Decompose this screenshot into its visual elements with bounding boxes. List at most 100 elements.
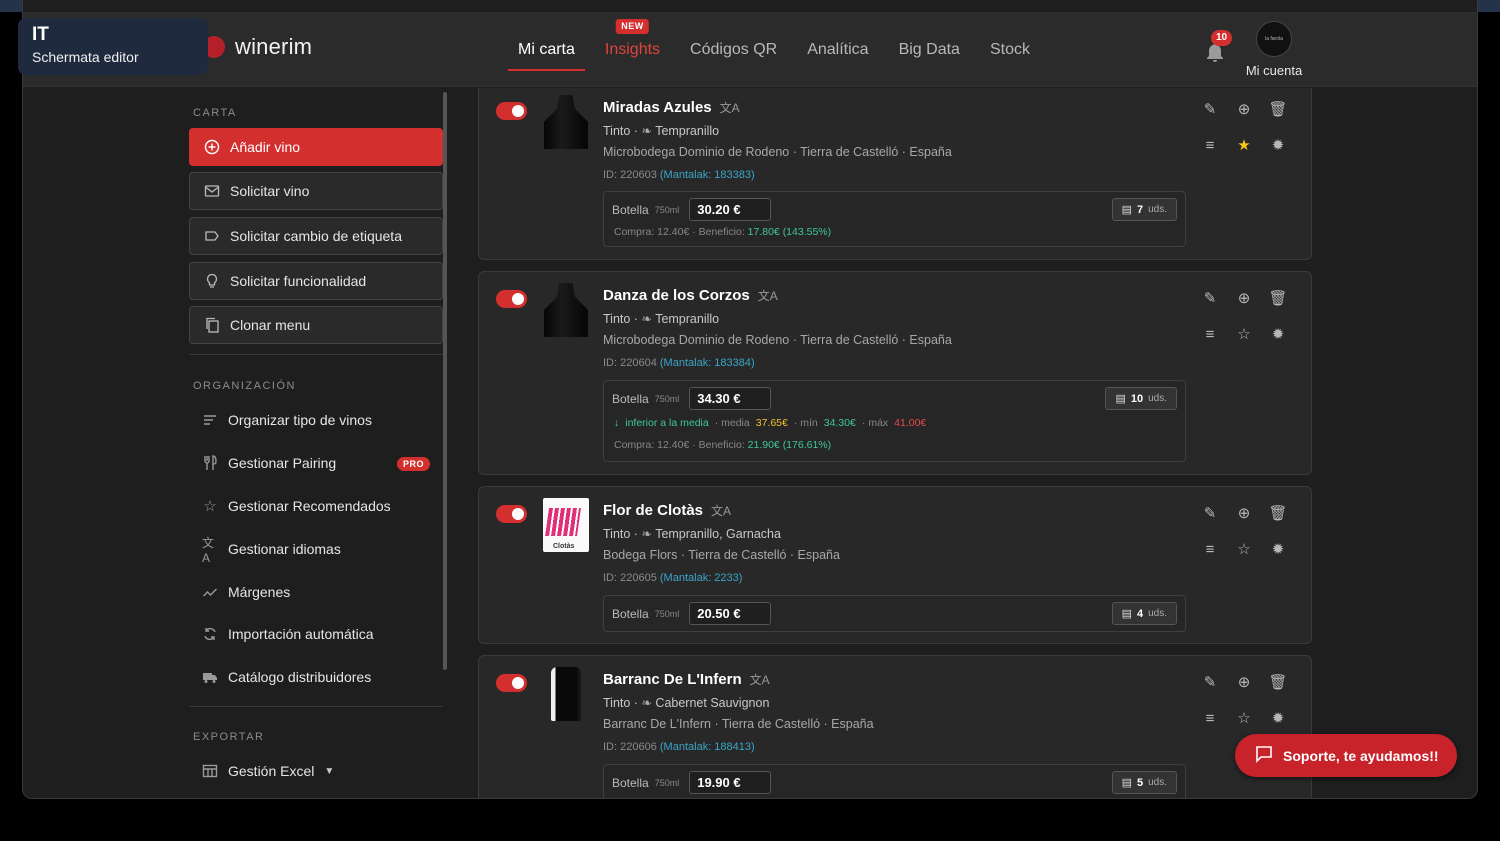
wine-id: ID: 220604 (Mantalak: 183384) xyxy=(603,357,755,369)
checklist-icon[interactable]: ≡ xyxy=(1199,539,1221,559)
box-icon: ▤ xyxy=(1115,393,1126,405)
price-row: Botella 750ml 20.50 € xyxy=(612,602,772,625)
visibility-toggle[interactable] xyxy=(496,290,527,308)
label-icon xyxy=(204,228,220,244)
support-chat-button[interactable]: Soporte, te ayudamos!! xyxy=(1235,734,1457,777)
stock-badge[interactable]: ▤ 10 uds. xyxy=(1105,387,1177,410)
stock-badge[interactable]: ▤ 4 uds. xyxy=(1111,602,1177,625)
translate-icon[interactable]: 文A xyxy=(711,502,731,519)
wine-card: Flor de Clotàs文A Tinto · ❧ Tempranillo, … xyxy=(478,486,1312,644)
visibility-toggle[interactable] xyxy=(496,674,527,692)
price-input[interactable]: 20.50 € xyxy=(689,602,772,625)
translate-icon[interactable]: 文A xyxy=(750,671,770,688)
edit-icon[interactable]: ✎ xyxy=(1199,99,1221,119)
stock-badge[interactable]: ▤ 5 uds. xyxy=(1111,771,1177,794)
truck-icon xyxy=(202,669,218,685)
price-input[interactable]: 19.90 € xyxy=(689,771,772,794)
mantalak-link[interactable]: (Mantalak: 2233) xyxy=(660,572,743,584)
sidebar: CARTA Añadir vino Solicitar vino Solicit… xyxy=(188,88,448,798)
star-icon[interactable]: ★ xyxy=(1233,135,1255,155)
star-icon[interactable]: ☆ xyxy=(1233,708,1255,728)
avatar xyxy=(1256,21,1292,57)
visibility-toggle[interactable] xyxy=(496,102,527,120)
stock-badge[interactable]: ▤ 7 uds. xyxy=(1111,198,1177,221)
sidebar-item-organize-types[interactable]: Organizar tipo de vinos xyxy=(202,412,372,428)
settings-badge-icon[interactable]: ✹ xyxy=(1267,324,1289,344)
price-average-info: ↓ inferior a la media · media 37.65€ · mí… xyxy=(614,417,927,429)
wine-card: Miradas Azules 文A Tinto · ❧ Tempranillo M… xyxy=(478,88,1312,260)
translate-icon[interactable]: 文A xyxy=(758,287,778,304)
checklist-icon[interactable]: ≡ xyxy=(1199,708,1221,728)
wine-id: ID: 220606 (Mantalak: 188413) xyxy=(603,741,755,753)
edit-icon[interactable]: ✎ xyxy=(1199,288,1221,308)
purchase-info: Compra: 12.40€ · Beneficio: 21.90€ (176.… xyxy=(614,439,832,451)
tab-big-data[interactable]: Big Data xyxy=(884,12,975,87)
sidebar-item-excel[interactable]: Gestión Excel ▼ xyxy=(202,763,334,779)
sidebar-item-recommended[interactable]: ☆ Gestionar Recomendados xyxy=(202,498,391,515)
sidebar-item-auto-import[interactable]: Importación automática xyxy=(202,626,374,642)
request-feature-button[interactable]: Solicitar funcionalidad xyxy=(189,262,443,300)
delete-icon[interactable]: 🗑 xyxy=(1267,503,1289,523)
add-circle-icon[interactable]: ⊕ xyxy=(1233,503,1255,523)
sidebar-scrollbar[interactable] xyxy=(443,92,447,670)
sidebar-item-pairing[interactable]: Gestionar Pairing xyxy=(202,455,336,471)
add-circle-icon[interactable]: ⊕ xyxy=(1233,99,1255,119)
price-input[interactable]: 34.30 € xyxy=(689,387,772,410)
table-icon xyxy=(202,763,218,779)
tab-codigos-qr[interactable]: Códigos QR xyxy=(675,12,792,87)
sidebar-item-label: Gestionar Recomendados xyxy=(228,498,391,514)
price-box: Botella 750ml 34.30 € ▤ 10 uds. ↓ inferior a… xyxy=(603,380,1186,462)
sidebar-item-margins[interactable]: Márgenes xyxy=(202,584,290,600)
account-label: Mi cuenta xyxy=(1245,63,1303,78)
mantalak-link[interactable]: (Mantalak: 188413) xyxy=(660,741,755,753)
mantalak-link[interactable]: (Mantalak: 183384) xyxy=(660,357,755,369)
settings-badge-icon[interactable]: ✹ xyxy=(1267,708,1289,728)
new-badge: NEW xyxy=(616,19,649,34)
edit-icon[interactable]: ✎ xyxy=(1199,672,1221,692)
brand[interactable]: winerim xyxy=(203,34,312,60)
visibility-toggle[interactable] xyxy=(496,505,527,523)
clone-menu-button[interactable]: Clonar menu xyxy=(189,306,443,344)
account-menu[interactable]: Mi cuenta xyxy=(1239,21,1309,78)
wine-origin: Microbodega Dominio de Rodeno · Tierra d… xyxy=(603,333,952,347)
delete-icon[interactable]: 🗑 xyxy=(1267,288,1289,308)
checklist-icon[interactable]: ≡ xyxy=(1199,135,1221,155)
request-label-change-label: Solicitar cambio de etiqueta xyxy=(230,228,402,244)
leaf-icon: ❧ xyxy=(641,696,652,710)
tab-insights[interactable]: NEW Insights xyxy=(590,12,675,87)
delete-icon[interactable]: 🗑 xyxy=(1267,99,1289,119)
price-input[interactable]: 30.20 € xyxy=(689,198,772,221)
settings-badge-icon[interactable]: ✹ xyxy=(1267,135,1289,155)
sidebar-item-distributor-catalog[interactable]: Catálogo distribuidores xyxy=(202,669,371,685)
tab-stock[interactable]: Stock xyxy=(975,12,1045,87)
wine-id: ID: 220605 (Mantalak: 2233) xyxy=(603,572,743,584)
wine-actions: ✎ ⊕ 🗑 ≡ ☆ ✹ xyxy=(1199,503,1299,575)
translate-icon[interactable]: 文A xyxy=(720,99,740,116)
checklist-icon[interactable]: ≡ xyxy=(1199,324,1221,344)
editor-desc: Schermata editor xyxy=(32,49,139,65)
wine-type: Tinto · ❧ Tempranillo xyxy=(603,124,720,138)
star-icon[interactable]: ☆ xyxy=(1233,539,1255,559)
tab-analitica[interactable]: Analítica xyxy=(792,12,883,87)
tab-mi-carta[interactable]: Mi carta xyxy=(503,12,590,87)
wine-type: Tinto · ❧ Tempranillo xyxy=(603,312,720,326)
main-nav: Mi carta NEW Insights Códigos QR Analíti… xyxy=(503,12,1045,87)
wine-bottle-image xyxy=(542,667,590,721)
sidebar-item-languages[interactable]: 文A Gestionar idiomas xyxy=(202,536,341,565)
add-wine-button[interactable]: Añadir vino xyxy=(189,128,443,166)
box-icon: ▤ xyxy=(1121,608,1132,620)
settings-badge-icon[interactable]: ✹ xyxy=(1267,539,1289,559)
box-icon: ▤ xyxy=(1121,204,1132,216)
request-wine-button[interactable]: Solicitar vino xyxy=(189,172,443,210)
add-circle-icon[interactable]: ⊕ xyxy=(1233,672,1255,692)
clone-menu-label: Clonar menu xyxy=(230,317,311,333)
delete-icon[interactable]: 🗑 xyxy=(1267,672,1289,692)
wine-origin: Bodega Flors · Tierra de Castelló · Espa… xyxy=(603,548,840,562)
wine-bottle-image xyxy=(542,498,590,552)
mantalak-link[interactable]: (Mantalak: 183383) xyxy=(660,169,755,181)
star-icon[interactable]: ☆ xyxy=(1233,324,1255,344)
leaf-icon: ❧ xyxy=(641,124,652,138)
edit-icon[interactable]: ✎ xyxy=(1199,503,1221,523)
add-circle-icon[interactable]: ⊕ xyxy=(1233,288,1255,308)
request-label-change-button[interactable]: Solicitar cambio de etiqueta xyxy=(189,217,443,255)
